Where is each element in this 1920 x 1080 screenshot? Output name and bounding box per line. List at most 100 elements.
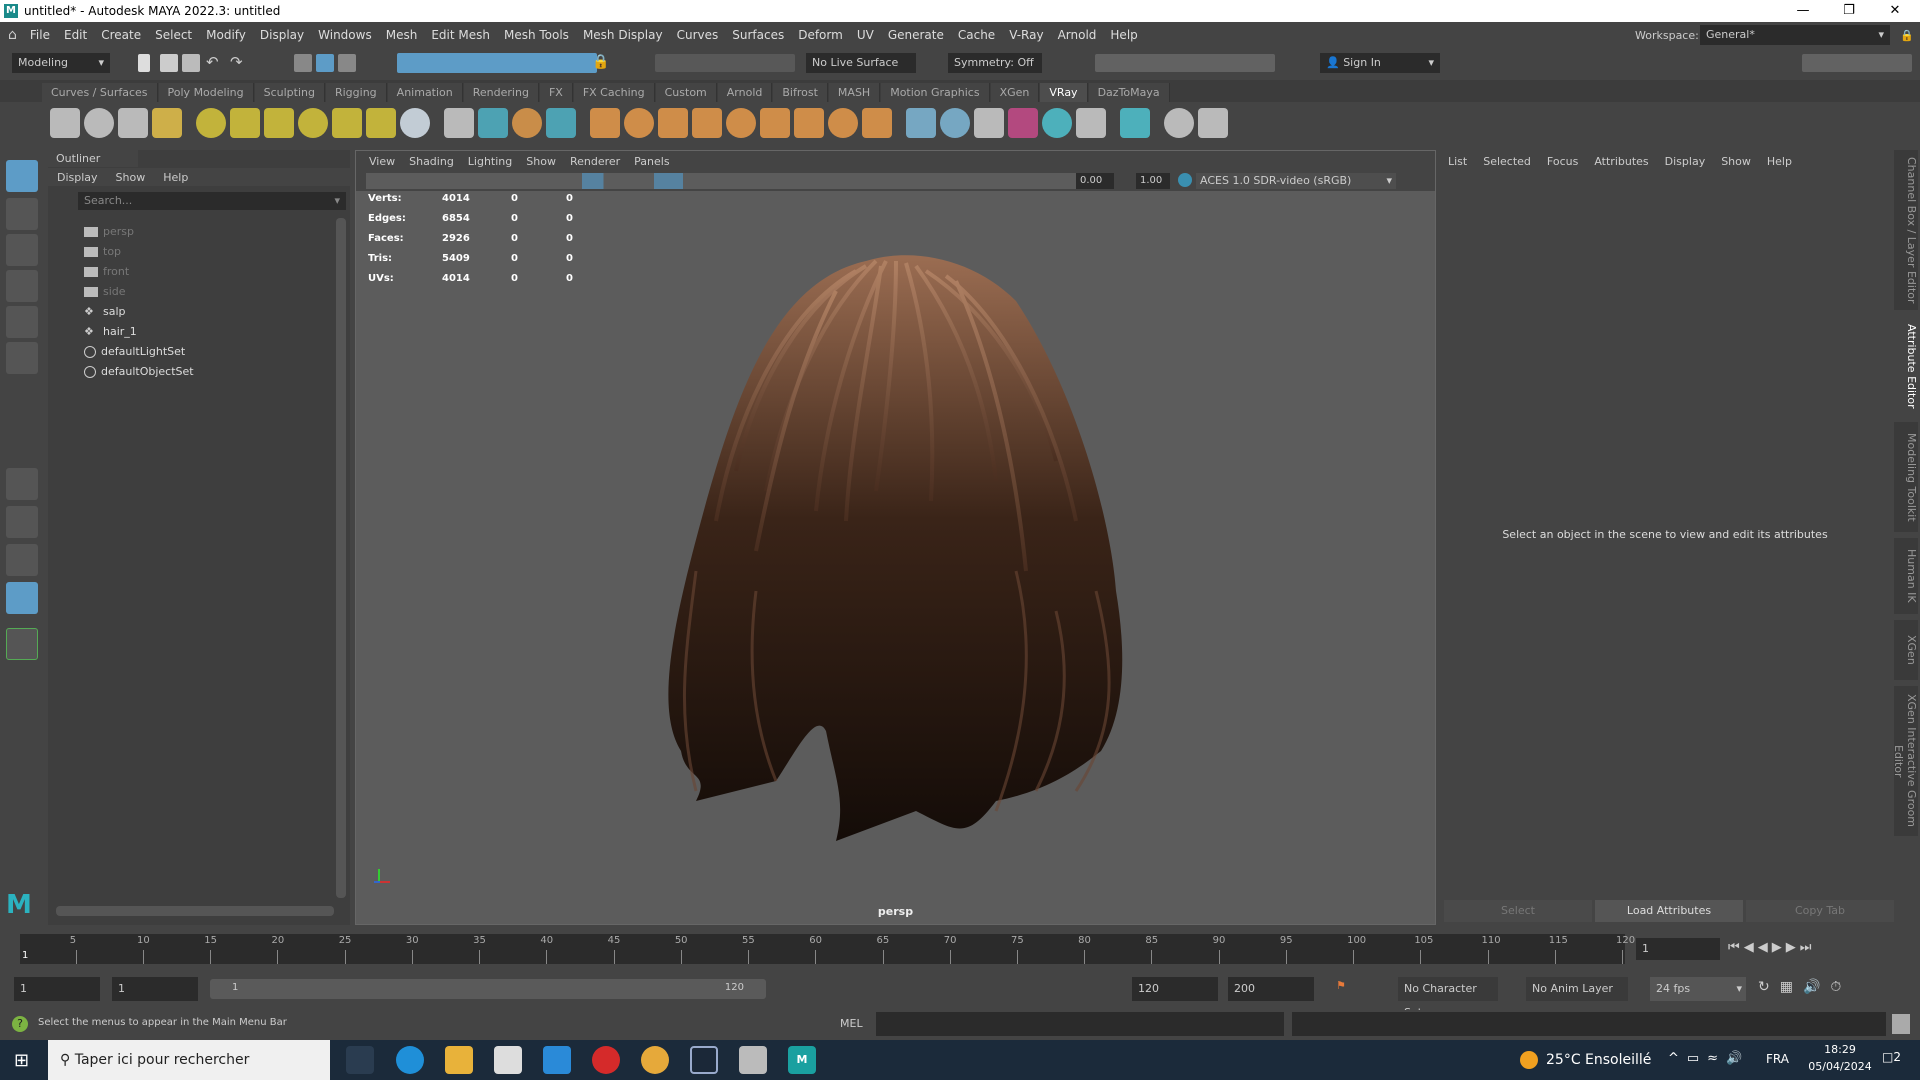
viewport-tool-icons[interactable] (366, 173, 1086, 189)
new-scene-icon[interactable] (138, 54, 150, 72)
search-icon[interactable] (6, 628, 38, 660)
fur-icon[interactable] (658, 108, 688, 138)
fps-dropdown[interactable]: 24 fps ▾ (1650, 977, 1746, 1001)
texture-icon[interactable] (692, 108, 722, 138)
paint-select-tool-icon[interactable] (6, 234, 38, 266)
shelf-tab-xgen[interactable]: XGen (990, 83, 1040, 102)
script-editor-icon[interactable] (1892, 1014, 1910, 1034)
menu-surfaces[interactable]: Surfaces (725, 28, 791, 42)
menu-mesh-tools[interactable]: Mesh Tools (497, 28, 576, 42)
persp-outliner-icon[interactable] (6, 544, 38, 576)
playback-options-icons[interactable]: ↻▦🔊⏱ (1758, 979, 1851, 995)
playback-controls[interactable]: ⏮◀◀▶▶⏭ (1728, 940, 1815, 955)
vray-logo-icon[interactable] (1198, 108, 1228, 138)
outliner-search-input[interactable]: Search... ▾ (78, 192, 346, 210)
outliner-item[interactable]: persp (84, 222, 134, 242)
lasso-tool-icon[interactable] (6, 198, 38, 230)
side-tab-xgen[interactable]: XGen (1894, 620, 1918, 680)
weather-text[interactable]: 25°C Ensoleillé (1546, 1052, 1651, 1068)
shelf-tab-motion-graphics[interactable]: Motion Graphics (881, 83, 990, 102)
maya-taskbar-icon[interactable]: M (788, 1046, 816, 1074)
opera-icon[interactable] (592, 1046, 620, 1074)
attr-menu-list[interactable]: List (1440, 155, 1475, 168)
render-element-icon[interactable] (974, 108, 1004, 138)
spot-light-icon[interactable] (230, 108, 260, 138)
volume-icon[interactable] (512, 108, 542, 138)
timeline-bar[interactable]: 1 5 10 15 20 25 30 35 40 45 50 55 60 65 70 75 80 85 90 95 10… (20, 934, 1635, 964)
outliner-item[interactable]: defaultObjectSet (84, 362, 194, 382)
material-icon[interactable] (590, 108, 620, 138)
maximize-button[interactable]: ❐ (1826, 0, 1872, 22)
select-button[interactable]: Select (1444, 900, 1592, 922)
end-time-field[interactable]: 200 (1228, 977, 1314, 1001)
viewport-menu-shading[interactable]: Shading (402, 155, 461, 168)
attr-menu-show[interactable]: Show (1713, 155, 1759, 168)
side-tab-attribute-editor[interactable]: Attribute Editor (1894, 316, 1918, 416)
shader-ball-icon[interactable] (794, 108, 824, 138)
outliner-menu-display[interactable]: Display (48, 171, 107, 184)
dome-light-icon[interactable] (196, 108, 226, 138)
menu-file[interactable]: File (23, 28, 57, 42)
undo-icon[interactable]: ↶ (206, 53, 219, 71)
menu-create[interactable]: Create (94, 28, 148, 42)
mel-label[interactable]: MEL (840, 1017, 863, 1030)
outliner-item[interactable]: front (84, 262, 129, 282)
outliner-item[interactable]: ❖ salp (84, 302, 126, 322)
palette-icon[interactable] (1076, 108, 1106, 138)
home-icon[interactable]: ⌂ (8, 27, 17, 43)
menu-edit-mesh[interactable]: Edit Mesh (424, 28, 497, 42)
outliner-item[interactable]: defaultLightSet (84, 342, 185, 362)
minimize-button[interactable]: — (1780, 0, 1826, 22)
attr-menu-display[interactable]: Display (1657, 155, 1714, 168)
viewport-menu-lighting[interactable]: Lighting (461, 155, 519, 168)
shelf-tab-sculpting[interactable]: Sculpting (254, 83, 325, 102)
notification-badge[interactable]: □2 (1882, 1050, 1901, 1064)
viewport-menu-renderer[interactable]: Renderer (563, 155, 627, 168)
grid-texture-icon[interactable] (726, 108, 756, 138)
four-view-icon[interactable] (6, 506, 38, 538)
hair-model[interactable] (356, 191, 1437, 926)
menu-uv[interactable]: UV (850, 28, 881, 42)
menu-curves[interactable]: Curves (670, 28, 726, 42)
shelf-tab-fx-caching[interactable]: FX Caching (573, 83, 655, 102)
plugin-icon[interactable] (1164, 108, 1194, 138)
vray-icon[interactable] (50, 108, 80, 138)
attr-menu-attributes[interactable]: Attributes (1586, 155, 1656, 168)
gamma-field[interactable]: 1.00 (1136, 173, 1170, 189)
symmetry-dropdown[interactable]: Symmetry: Off (948, 53, 1042, 73)
outliner-menu-help[interactable]: Help (154, 171, 197, 184)
shelf-tab-arnold[interactable]: Arnold (717, 83, 773, 102)
layered-texture-icon[interactable] (760, 108, 790, 138)
mel-input[interactable] (876, 1012, 1284, 1036)
outliner-horizontal-scrollbar[interactable] (56, 906, 334, 916)
lock-icon[interactable]: 🔒 (1900, 29, 1914, 42)
select-component-icon[interactable] (338, 54, 356, 72)
app-icon[interactable] (739, 1046, 767, 1074)
taskbar-search-input[interactable]: ⚲ Taper ici pour rechercher (48, 1040, 330, 1080)
close-button[interactable]: ✕ (1872, 0, 1918, 22)
steam-icon[interactable] (690, 1046, 718, 1074)
clock-time[interactable]: 18:29 (1810, 1043, 1870, 1056)
shelf-tab-bifrost[interactable]: Bifrost (773, 83, 828, 102)
select-object-icon[interactable] (316, 54, 334, 72)
outliner-item[interactable]: side (84, 282, 126, 302)
side-tab-channel-box-layer-editor[interactable]: Channel Box / Layer Editor (1894, 150, 1918, 310)
workspace-dropdown[interactable]: General* ▾ (1700, 25, 1890, 45)
sun-light-icon[interactable] (366, 108, 396, 138)
single-perspective-view-icon[interactable] (6, 468, 38, 500)
shelf-tab-fx[interactable]: FX (539, 83, 573, 102)
open-scene-icon[interactable] (160, 54, 178, 72)
outliner-item[interactable]: ❖ hair_1 (84, 322, 137, 342)
shelf-tab-animation[interactable]: Animation (387, 83, 463, 102)
task-view-icon[interactable] (346, 1046, 374, 1074)
file-explorer-icon[interactable] (445, 1046, 473, 1074)
plane-icon[interactable] (400, 108, 430, 138)
outliner-menu-show[interactable]: Show (107, 171, 155, 184)
viewport-menu-show[interactable]: Show (519, 155, 563, 168)
object-properties-icon[interactable] (906, 108, 936, 138)
clock-date[interactable]: 05/04/2024 (1806, 1060, 1874, 1073)
menu-arnold[interactable]: Arnold (1051, 28, 1104, 42)
menu-display[interactable]: Display (253, 28, 311, 42)
menu-help[interactable]: Help (1103, 28, 1144, 42)
ies-light-icon[interactable] (332, 108, 362, 138)
